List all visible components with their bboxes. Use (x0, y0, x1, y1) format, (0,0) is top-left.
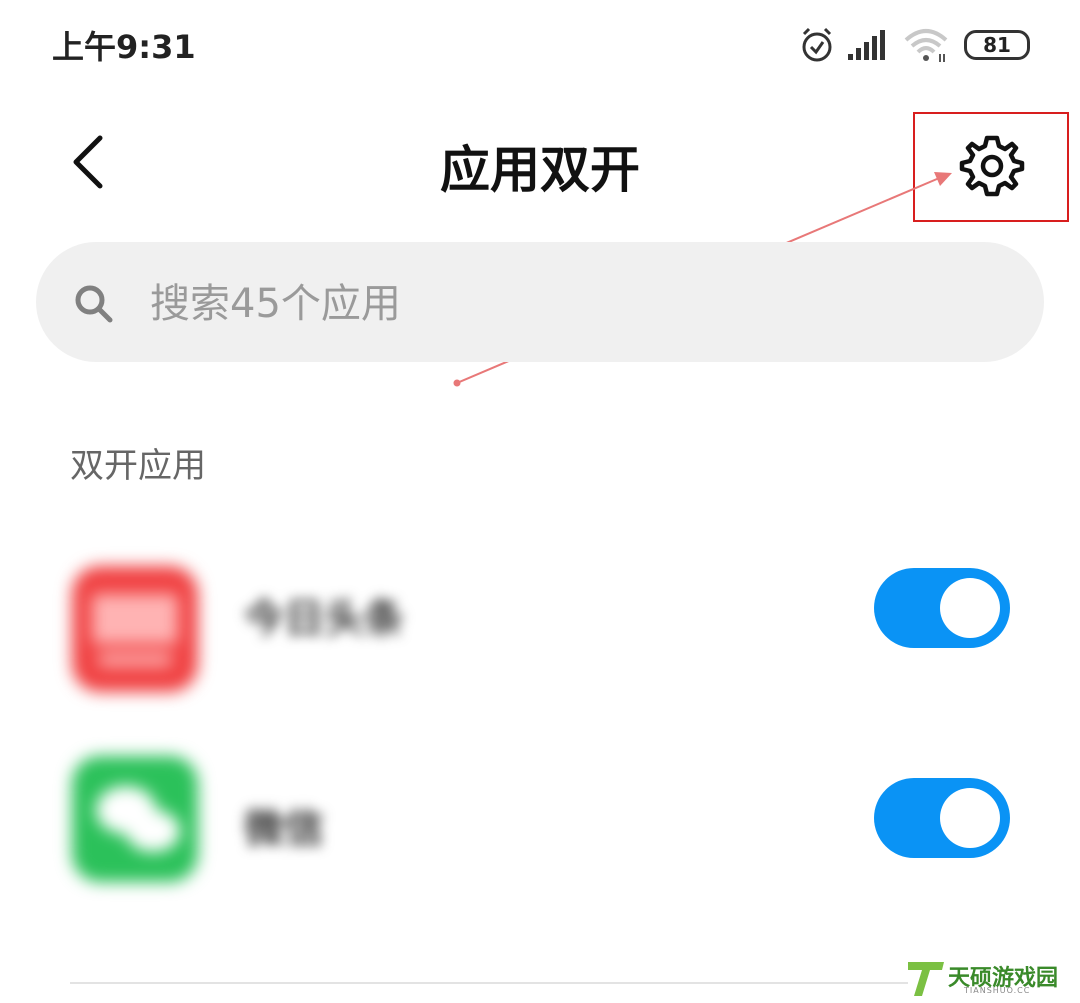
list-item: 今日头条 (0, 530, 1080, 692)
list-item: 微信 (0, 740, 1080, 900)
toggle-knob (940, 578, 1000, 638)
search-input[interactable] (150, 272, 1010, 336)
back-button[interactable] (60, 130, 120, 194)
app-twin-page: 上午9:31 81 应用双开 搜索45个应用 双开应用 今日头条 微信 天硕游戏… (0, 0, 1080, 1003)
divider (70, 982, 908, 984)
twin-toggle[interactable] (874, 778, 1010, 858)
settings-highlight-box (913, 112, 1069, 222)
status-time: 上午9:31 (52, 28, 196, 66)
alarm-icon (802, 27, 832, 62)
wechat-app-icon (72, 756, 198, 882)
twin-toggle[interactable] (874, 568, 1010, 648)
watermark: 天硕游戏园 TIANSHUO.CC (906, 958, 1066, 998)
section-header: 双开应用 (70, 446, 206, 486)
status-icons: 81 (796, 24, 1036, 68)
signal-icon (848, 30, 885, 60)
back-arrow-icon (73, 135, 103, 189)
toutiao-app-icon (72, 566, 198, 692)
wifi-icon (904, 29, 948, 62)
search-icon (75, 285, 113, 323)
app-name: 微信 (244, 806, 324, 852)
battery-icon: 81 (964, 30, 1030, 60)
watermark-logo-icon (908, 962, 944, 996)
watermark-subtext: TIANSHUO.CC (964, 986, 1031, 995)
app-name: 今日头条 (244, 596, 404, 642)
toggle-knob (940, 788, 1000, 848)
